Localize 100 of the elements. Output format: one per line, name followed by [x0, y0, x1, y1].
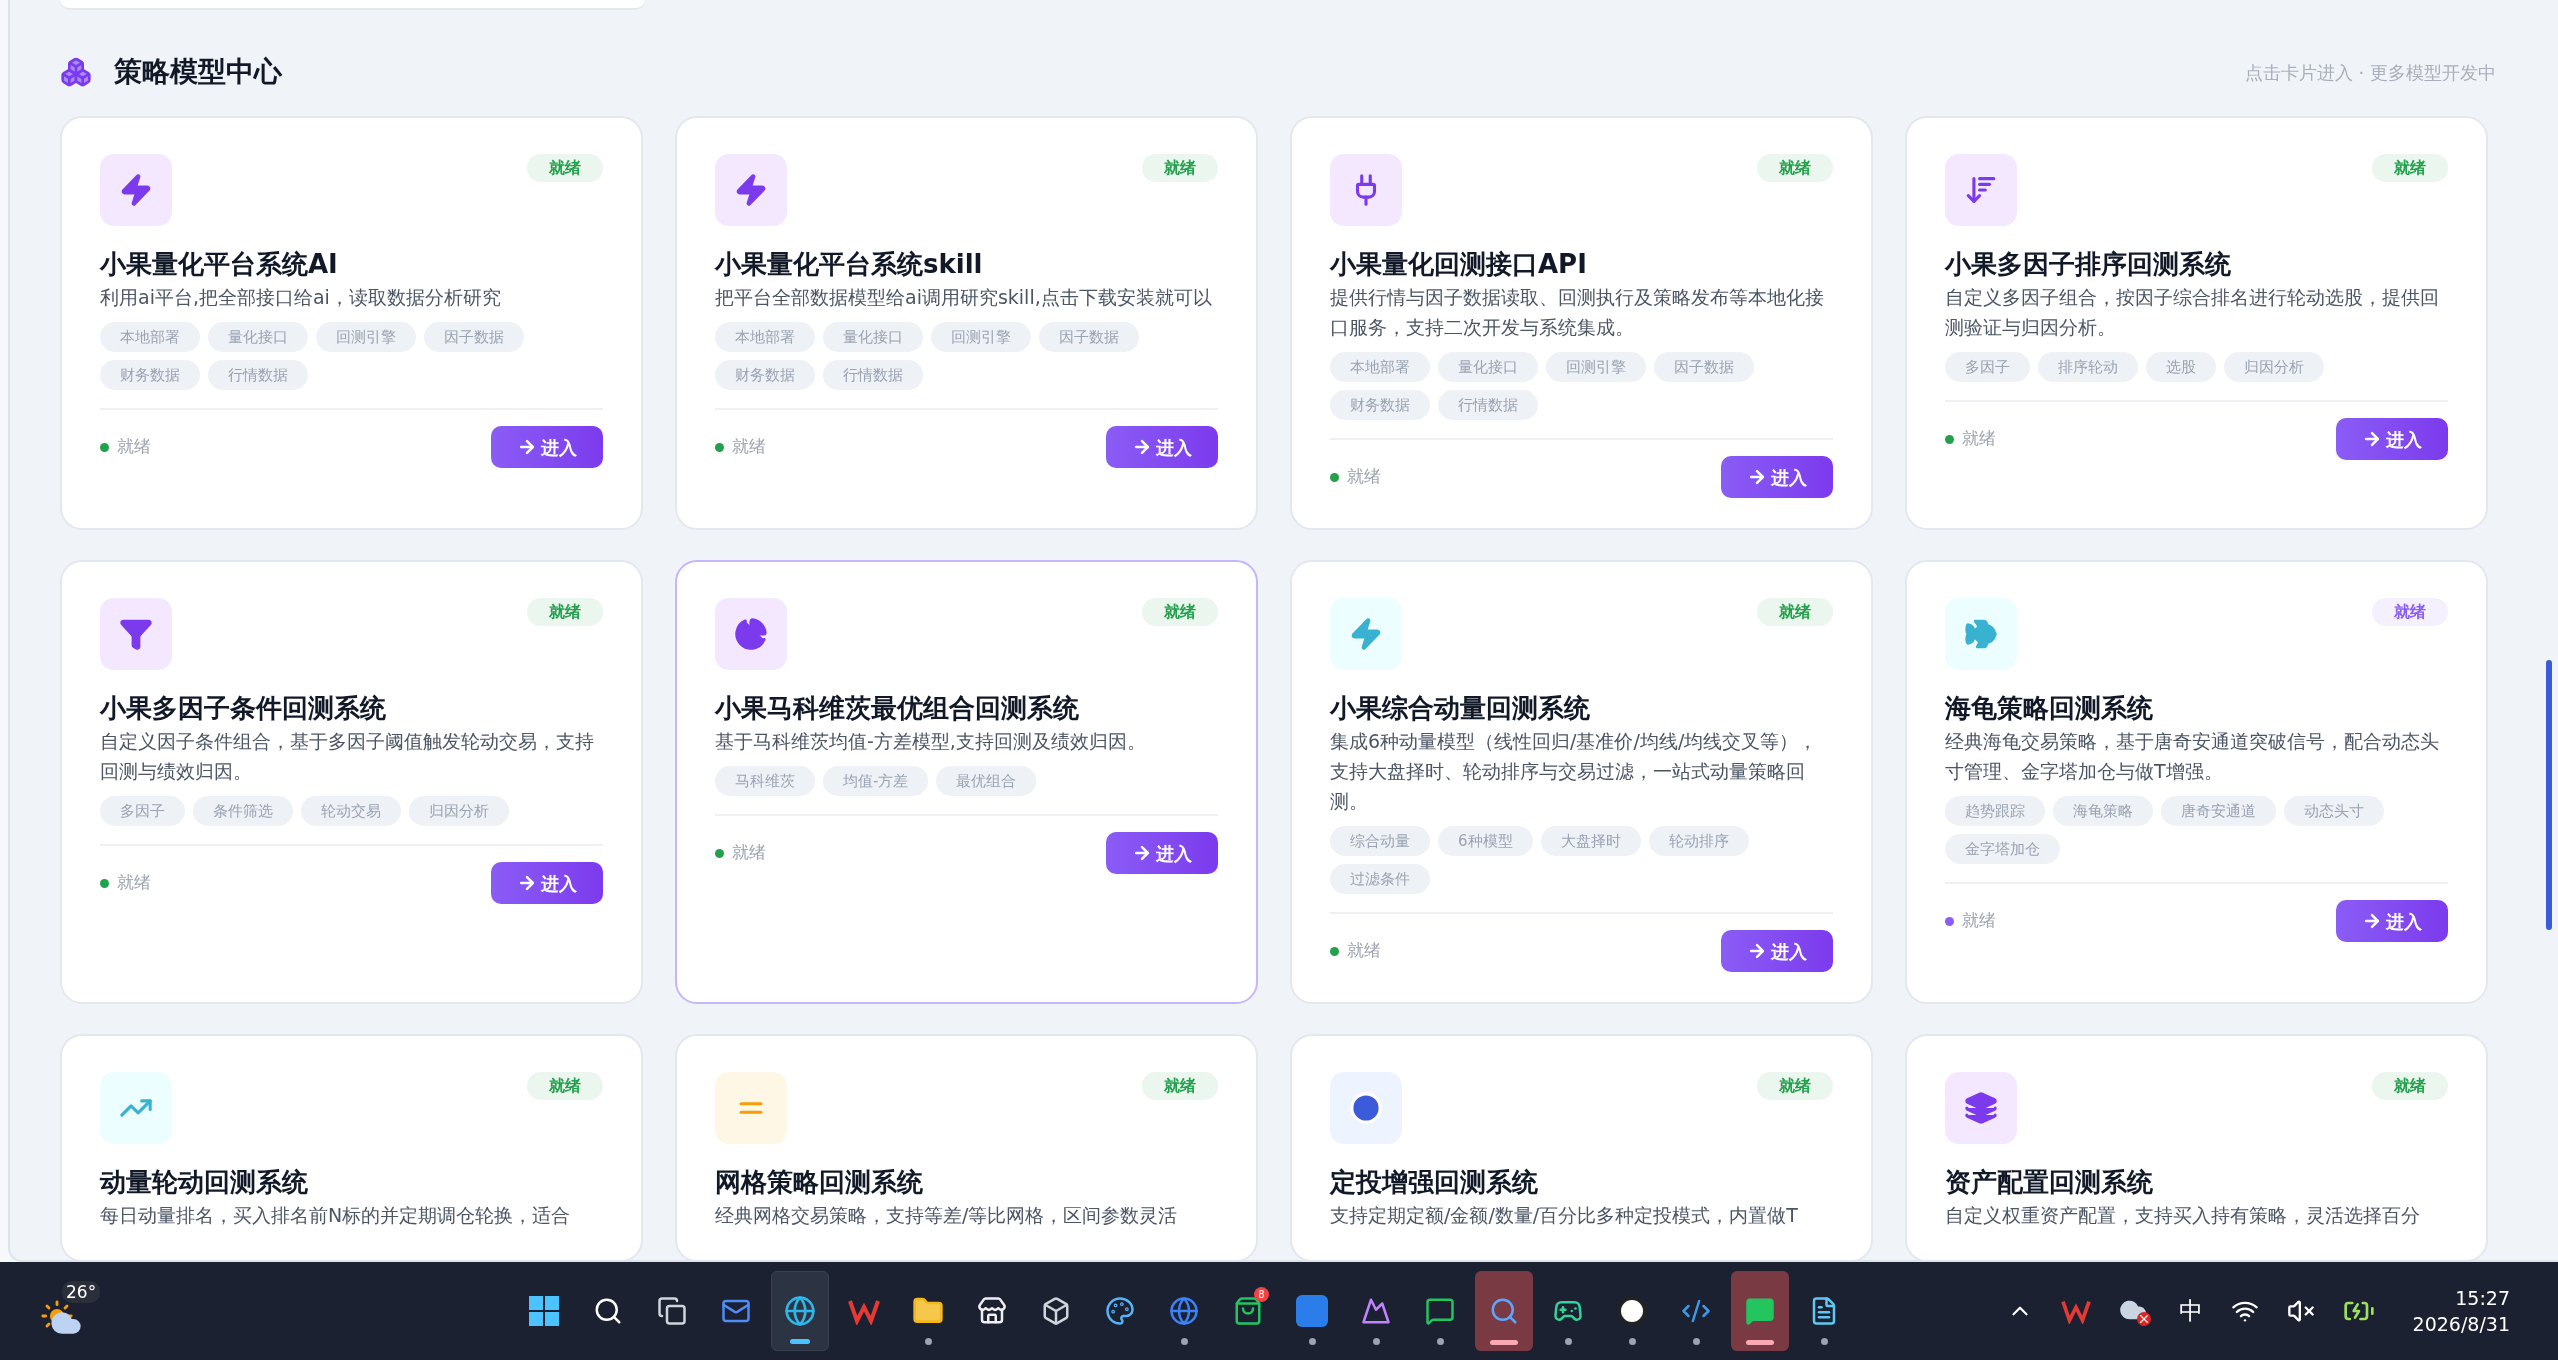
card-title: 小果多因子条件回测系统 — [100, 692, 387, 725]
enter-button[interactable]: 进入 — [1106, 832, 1218, 874]
cubes-icon — [60, 56, 92, 88]
enter-button[interactable]: 进入 — [1106, 426, 1218, 468]
trend-up-icon — [100, 1072, 172, 1144]
tag: 大盘择时 — [1540, 826, 1641, 856]
running-indicator — [1436, 1338, 1444, 1345]
status-label: 就绪 — [117, 435, 151, 459]
status-badge: 就绪 — [1757, 598, 1833, 626]
tag: 本地部署 — [100, 322, 200, 352]
status-badge: 就绪 — [1142, 598, 1218, 626]
tag: 因子数据 — [424, 322, 524, 352]
enter-button[interactable]: 进入 — [491, 862, 603, 904]
model-card[interactable]: 就绪 小果多因子排序回测系统 自定义多因子组合，按因子综合排名进行轮动选股，提供回测验证与归因分析。 多因子 排序轮动 选股 归因分析 就绪 进入 — [1905, 116, 2488, 530]
card-description: 自定义权重资产配置，支持买入持有策略，灵活选择百分 — [1945, 1203, 2421, 1228]
running-indicator — [1820, 1338, 1828, 1345]
card-title: 定投增强回测系统 — [1330, 1166, 1539, 1199]
enter-button[interactable]: 进入 — [1721, 456, 1833, 498]
tag: 因子数据 — [1039, 322, 1139, 352]
tag: 归因分析 — [409, 796, 509, 826]
model-card[interactable]: 就绪 小果量化平台系统AI 利用ai平台,把全部接口给ai，读取数据分析研究 本地部署 量化接口 回测引擎 因子数据 财务数据 行情数据 就绪 进入 — [60, 116, 643, 530]
tag: 最优组合 — [936, 766, 1037, 796]
status-label: 就绪 — [1347, 939, 1381, 963]
model-card[interactable]: 就绪 小果多因子条件回测系统 自定义因子条件组合，基于多因子阈值触发轮动交易，支持回测与绩效归因。 多因子 条件筛选 轮动交易 归因分析 就绪 进入 — [60, 560, 643, 1004]
tag: 条件筛选 — [193, 796, 293, 826]
running-indicator — [924, 1338, 932, 1345]
tag: 本地部署 — [715, 322, 815, 352]
model-card[interactable]: 就绪 小果综合动量回测系统 集成6种动量模型（线性回归/基准价/均线/均线交叉等），支持大盘择时、轮动排序与交易过滤，一站式动量策略回测。 综合动量 6种模型 大盘择时 轮动排序 过滤条件 就绪 进入 — [1290, 560, 1873, 1004]
weather-widget[interactable]: 26° — [40, 1281, 110, 1341]
status-label: 就绪 — [732, 841, 766, 865]
section-hint: 点击卡片进入 · 更多模型开发中 — [2244, 60, 2496, 85]
card-description: 集成6种动量模型（线性回归/基准价/均线/均线交叉等），支持大盘择时、轮动排序与交易过滤，一站式动量策略回测。 — [1330, 729, 1819, 814]
input-method-indicator[interactable]: 中 — [2178, 1293, 2203, 1329]
clock[interactable]: 15:27 2026/8/31 — [2412, 1285, 2510, 1337]
status-badge: 就绪 — [2372, 598, 2448, 626]
enter-button[interactable]: 进入 — [1721, 930, 1833, 972]
card-description: 自定义多因子组合，按因子综合排名进行轮动选股，提供回测验证与归因分析。 — [1945, 285, 2440, 340]
tag: 因子数据 — [1654, 352, 1754, 382]
status-badge: 就绪 — [527, 598, 603, 626]
status-badge: 就绪 — [2372, 1072, 2448, 1100]
model-card[interactable]: 就绪 动量轮动回测系统 每日动量排名，买入排名前N标的并定期调仓轮换，适合 — [60, 1034, 643, 1260]
card-title: 小果量化平台系统AI — [100, 248, 339, 281]
card-description: 经典网格交易策略，支持等差/等比网格，区间参数灵活 — [715, 1203, 1179, 1228]
status-label: 就绪 — [1347, 465, 1381, 489]
card-description: 基于马科维茨均值-方差模型,支持回测及绩效归因。 — [715, 729, 1147, 754]
tag: 过滤条件 — [1330, 864, 1430, 894]
w-logo-icon[interactable] — [2060, 1298, 2091, 1324]
running-indicator — [1628, 1338, 1636, 1345]
section-title: 策略模型中心 — [114, 54, 282, 90]
tag: 排序轮动 — [2038, 352, 2138, 382]
model-card[interactable]: 就绪 小果量化平台系统skill 把平台全部数据模型给ai调用研究skill,点击下载安装就可以 本地部署 量化接口 回测引擎 因子数据 财务数据 行情数据 就绪 进入 — [675, 116, 1258, 530]
tag: 财务数据 — [715, 360, 815, 390]
status-label: 就绪 — [732, 435, 766, 459]
model-card[interactable]: 就绪 资产配置回测系统 自定义权重资产配置，支持买入持有策略，灵活选择百分 — [1905, 1034, 2488, 1260]
card-description: 自定义因子条件组合，基于多因子阈值触发轮动交易，支持回测与绩效归因。 — [100, 729, 595, 784]
tag: 量化接口 — [1438, 352, 1538, 382]
store-icon — [977, 1296, 1007, 1326]
card-title: 小果马科维茨最优组合回测系统 — [715, 692, 1080, 725]
tag: 唐奇安通道 — [2161, 796, 2276, 826]
status-badge: 就绪 — [2372, 154, 2448, 182]
tag: 回测引擎 — [316, 322, 416, 352]
card-title: 海龟策略回测系统 — [1945, 692, 2154, 725]
taskbar-app[interactable]: 8 — [1219, 1271, 1277, 1351]
model-card[interactable]: 就绪 小果马科维茨最优组合回测系统 基于马科维茨均值-方差模型,支持回测及绩效归因。 马科维茨 均值-方差 最优组合 就绪 进入 — [675, 560, 1258, 1004]
card-description: 每日动量排名，买入排名前N标的并定期调仓轮换，适合 — [100, 1203, 572, 1228]
model-card[interactable]: 就绪 小果量化回测接口API 提供行情与因子数据读取、回测执行及策略发布等本地化接口服务，支持二次开发与系统集成。 本地部署 量化接口 回测引擎 因子数据 财务数据 行情数据 就绪 进入 — [1290, 116, 1873, 530]
tag: 多因子 — [100, 796, 185, 826]
enter-button[interactable]: 进入 — [2336, 900, 2448, 942]
enter-button[interactable]: 进入 — [2336, 418, 2448, 460]
cube-icon — [1041, 1296, 1071, 1326]
card-description: 经典海龟交易策略，基于唐奇安通道突破信号，配合动态头寸管理、金字塔加仓与做T增强。 — [1945, 729, 2440, 784]
tag: 选股 — [2146, 352, 2216, 382]
card-description: 利用ai平台,把全部接口给ai，读取数据分析研究 — [100, 285, 502, 310]
model-card[interactable]: 就绪 定投增强回测系统 支持定期定额/金额/数量/百分比多种定投模式，内置做T — [1290, 1034, 1873, 1260]
tag: 趋势跟踪 — [1945, 796, 2045, 826]
tag: 马科维茨 — [715, 766, 815, 796]
notification-badge: 8 — [1254, 1287, 1269, 1302]
browser-icon — [1169, 1296, 1199, 1326]
status-label: 就绪 — [117, 871, 151, 895]
running-indicator — [1180, 1338, 1188, 1345]
status-badge: 就绪 — [527, 1072, 603, 1100]
model-card[interactable]: 就绪 网格策略回测系统 经典网格交易策略，支持等差/等比网格，区间参数灵活 — [675, 1034, 1258, 1260]
status-badge: 就绪 — [1142, 154, 1218, 182]
fish-icon — [1945, 598, 2017, 670]
arrow-right-icon — [517, 437, 537, 457]
lightning-icon — [1330, 598, 1402, 670]
status-label: 就绪 — [1962, 427, 1996, 451]
tag: 6种模型 — [1438, 826, 1533, 856]
tag: 轮动交易 — [301, 796, 401, 826]
card-title: 动量轮动回测系统 — [100, 1166, 309, 1199]
chat-icon — [1425, 1296, 1455, 1326]
status-badge: 就绪 — [527, 154, 603, 182]
w-logo-icon — [848, 1297, 880, 1325]
model-card[interactable]: 就绪 海龟策略回测系统 经典海龟交易策略，基于唐奇安通道突破信号，配合动态头寸管理、金字塔加仓与做T增强。 趋势跟踪 海龟策略 唐奇安通道 动态头寸 金字塔加仓 就绪 进入 — [1905, 560, 2488, 1004]
tag: 多因子 — [1945, 352, 2030, 382]
card-description: 把平台全部数据模型给ai调用研究skill,点击下载安装就可以 — [715, 285, 1213, 310]
card-title: 小果多因子排序回测系统 — [1945, 248, 2232, 281]
enter-button[interactable]: 进入 — [491, 426, 603, 468]
tag: 财务数据 — [1330, 390, 1430, 420]
sort-icon — [1945, 154, 2017, 226]
